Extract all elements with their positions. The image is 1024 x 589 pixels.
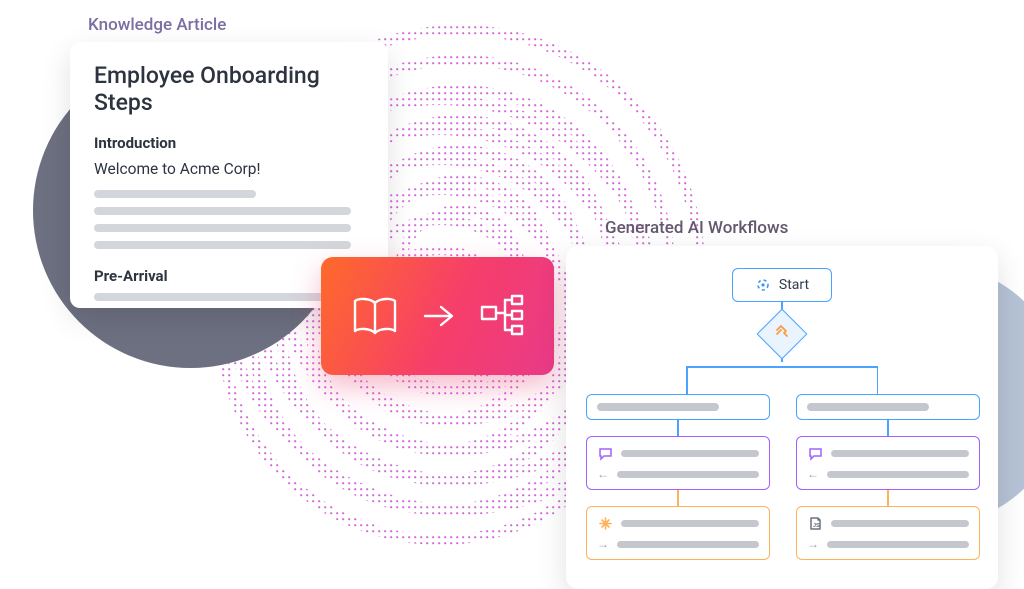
placeholder-line bbox=[831, 520, 969, 527]
placeholder-line bbox=[827, 541, 969, 548]
placeholder-line bbox=[621, 450, 759, 457]
workflow-decision-node[interactable] bbox=[757, 309, 808, 360]
placeholder-line bbox=[94, 190, 256, 198]
workflow-card: Start bbox=[566, 246, 998, 589]
workflow-connector bbox=[887, 490, 889, 506]
article-section-heading: Introduction bbox=[94, 134, 364, 152]
transform-badge bbox=[321, 257, 554, 375]
placeholder-line bbox=[807, 403, 929, 411]
workflow-branch-right: ← JS → bbox=[796, 394, 980, 560]
placeholder-line bbox=[831, 450, 969, 457]
placeholder-line bbox=[621, 520, 759, 527]
generated-workflows-label: Generated AI Workflows bbox=[605, 218, 788, 238]
workflow-step-node[interactable] bbox=[586, 394, 770, 420]
workflow-branch-left: ← → bbox=[586, 394, 770, 560]
workflow-connector bbox=[887, 420, 889, 436]
workflow-start-label: Start bbox=[779, 277, 809, 293]
workflow-chat-node[interactable]: ← bbox=[586, 436, 770, 490]
arrow-left-icon: ← bbox=[807, 467, 819, 481]
placeholder-line bbox=[94, 207, 351, 215]
placeholder-line bbox=[617, 541, 759, 548]
hammer-icon bbox=[774, 324, 790, 344]
chat-icon bbox=[597, 445, 613, 461]
arrow-right-icon bbox=[422, 303, 456, 329]
arrow-right-icon: → bbox=[597, 537, 609, 551]
workflow-connector bbox=[677, 420, 679, 436]
script-icon: JS bbox=[807, 515, 823, 531]
book-icon bbox=[350, 295, 400, 337]
placeholder-line bbox=[94, 224, 351, 232]
workflow-branch bbox=[586, 366, 978, 394]
placeholder-line bbox=[597, 403, 719, 411]
target-icon bbox=[755, 277, 771, 293]
placeholder-line bbox=[827, 471, 969, 478]
sparkle-icon bbox=[597, 515, 613, 531]
workflow-chat-node[interactable]: ← bbox=[796, 436, 980, 490]
knowledge-article-label: Knowledge Article bbox=[88, 15, 226, 35]
arrow-left-icon: ← bbox=[597, 467, 609, 481]
placeholder-line bbox=[94, 241, 351, 249]
article-welcome-text: Welcome to Acme Corp! bbox=[94, 160, 364, 178]
chat-icon bbox=[807, 445, 823, 461]
workflow-step-node[interactable] bbox=[796, 394, 980, 420]
article-title: Employee Onboarding Steps bbox=[94, 62, 364, 116]
arrow-right-icon: → bbox=[807, 537, 819, 551]
svg-text:JS: JS bbox=[813, 523, 820, 529]
workflow-connector bbox=[677, 490, 679, 506]
workflow-script-node[interactable]: JS → bbox=[796, 506, 980, 560]
workflow-start-node[interactable]: Start bbox=[732, 268, 832, 302]
flowchart-icon bbox=[478, 293, 526, 339]
placeholder-line bbox=[617, 471, 759, 478]
workflow-action-node[interactable]: → bbox=[586, 506, 770, 560]
